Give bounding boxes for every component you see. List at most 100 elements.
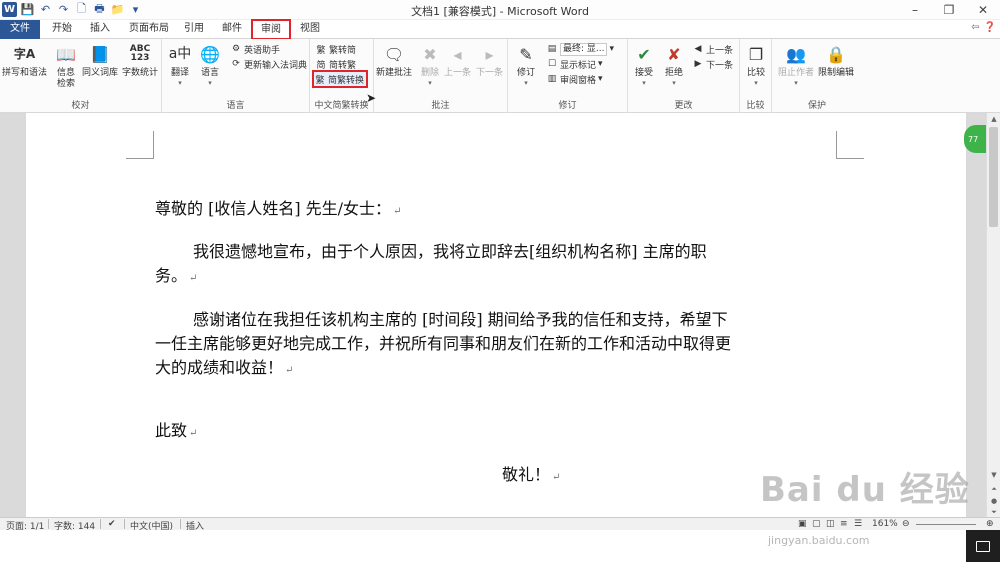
help-icon[interactable]: ❓ — [984, 22, 996, 33]
scroll-down-arrow-icon[interactable]: ▼ — [987, 469, 1000, 481]
display-for-review-select[interactable]: ▤ 最终: 显... ▾ — [546, 42, 614, 56]
status-separator — [100, 519, 101, 529]
margin-corner-top-left — [126, 131, 154, 159]
tab-file[interactable]: 文件 — [0, 20, 40, 39]
group-label-chinese-conversion: 中文简繁转换 — [314, 101, 369, 111]
status-separator — [48, 519, 49, 529]
display-review-icon: ▤ — [547, 44, 557, 54]
simp-to-trad-button[interactable]: 简 简转繁 — [315, 57, 356, 71]
reject-icon: ✘ — [667, 44, 681, 64]
paragraph-2-line-1[interactable]: 感谢诸位在我担任该机构主席的 [时间段] 期间给予我的信任和支持，希望下 — [193, 308, 728, 332]
window-title: 文档1 [兼容模式] - Microsoft Word — [411, 5, 589, 18]
show-markup-button[interactable]: ☐ 显示标记 ▾ — [546, 57, 603, 71]
translate-button[interactable]: a中 翻译 ▾ — [168, 41, 192, 88]
document-page[interactable]: 尊敬的 [收信人姓名] 先生/女士： ↵ 我很遗憾地宣布，由于个人原因，我将立即辞… — [26, 113, 966, 517]
chinese-conversion-button[interactable]: 繁 简繁转换 — [311, 70, 369, 88]
group-label-tracking: 修订 — [558, 101, 577, 111]
title-bar: W 💾 ↶ ↷ 🗋 🖶 📁 ▾ 文档1 [兼容模式] - Microsoft W… — [0, 0, 1000, 20]
paragraph-1-line-1[interactable]: 我很遗憾地宣布，由于个人原因，我将立即辞去[组织机构名称] 主席的职 — [193, 240, 707, 264]
status-separator — [124, 519, 125, 529]
restrict-editing-button[interactable]: 🔒 限制编辑 — [818, 41, 854, 79]
tab-view[interactable]: 视图 — [292, 20, 328, 39]
abc-check-icon: 字A — [13, 46, 36, 61]
previous-page-icon[interactable]: ⏶ — [987, 483, 1000, 495]
group-label-proofing: 校对 — [71, 101, 90, 111]
next-change-button[interactable]: ▶ 下一条 — [692, 57, 733, 71]
vertical-scrollbar[interactable]: ▲ ▼ ⏶ ● ⏷ — [986, 113, 1000, 517]
minimize-button[interactable]: – — [898, 0, 932, 20]
thesaurus-button[interactable]: 📘 同义词库 — [82, 41, 118, 79]
research-book-icon: 📖 — [56, 44, 76, 64]
baidu-watermark: Bai du 经验 — [760, 470, 970, 510]
delete-dropdown-icon: ▾ — [428, 79, 432, 87]
block-authors-button[interactable]: 👥 阻止作者 ▾ — [778, 41, 814, 87]
proofing-status-icon[interactable]: ✔ — [108, 519, 116, 529]
word-window: W 💾 ↶ ↷ 🗋 🖶 📁 ▾ 文档1 [兼容模式] - Microsoft W… — [0, 0, 1000, 562]
update-ime-dictionary-button[interactable]: ⟳ 更新输入法词典 — [230, 57, 307, 71]
tab-insert[interactable]: 插入 — [82, 20, 118, 39]
paragraph-2-line-2[interactable]: 一任主席能够更好地完成工作，并祝所有同事和朋友们在新的工作和活动中取得更 — [155, 332, 731, 356]
zoom-level[interactable]: 161% — [872, 519, 898, 529]
trad-to-simp-button[interactable]: 繁 繁转简 — [315, 42, 356, 56]
language-button[interactable]: 🌐 语言 ▾ — [198, 41, 222, 87]
delete-comment-button[interactable]: ✖ 删除 ▾ — [418, 41, 442, 87]
scroll-thumb[interactable] — [989, 127, 998, 227]
group-compare: ❐ 比较 ▾ 比较 — [740, 39, 772, 113]
tab-home[interactable]: 开始 — [44, 20, 80, 39]
track-changes-button[interactable]: ✎ 修订 ▾ — [514, 41, 538, 87]
chat-button[interactable] — [966, 530, 1000, 562]
track-dropdown-icon: ▾ — [524, 79, 528, 87]
paragraph-2-line-3[interactable]: 大的成绩和收益！ ↵ — [155, 356, 293, 383]
previous-comment-button[interactable]: ◂ 上一条 — [444, 41, 471, 79]
group-chinese-conversion: 繁 繁转简 简 简转繁 繁 简繁转换 ➤ 中文简繁转换 — [310, 39, 376, 113]
full-screen-view-icon[interactable]: ▢ — [812, 519, 821, 529]
scroll-up-arrow-icon[interactable]: ▲ — [987, 113, 1000, 125]
reviewing-pane-button[interactable]: ▥ 审阅窗格 ▾ — [546, 72, 603, 86]
word-count-button[interactable]: ABC 123 字数统计 — [122, 41, 158, 79]
outline-view-icon[interactable]: ≡ — [840, 519, 848, 529]
compare-button[interactable]: ❐ 比较 ▾ — [744, 41, 768, 87]
salutation-line[interactable]: 尊敬的 [收信人姓名] 先生/女士： ↵ — [155, 197, 401, 224]
group-label-compare: 比较 — [746, 101, 765, 111]
english-assistant-button[interactable]: ⚙ 英语助手 — [230, 42, 280, 56]
closing-line-1[interactable]: 此致 ↵ — [155, 419, 197, 446]
group-protect: 👥 阻止作者 ▾ 🔒 限制编辑 保护 — [772, 39, 862, 113]
paragraph-1-line-2[interactable]: 务。 ↵ — [155, 264, 197, 291]
accept-button[interactable]: ✔ 接受 ▾ — [632, 41, 656, 87]
new-comment-icon: 🗨 — [383, 44, 405, 64]
tab-review[interactable]: 审阅 — [251, 19, 291, 40]
tab-references[interactable]: 引用 — [176, 20, 212, 39]
group-language: a中 翻译 ▾ 🌐 语言 ▾ ⚙ 英语助手 ⟳ 更新输入法词典 语言 — [162, 39, 310, 113]
group-proofing: 字A 拼写和语法 📖 信息 检索 📘 同义词库 ABC 123 字数统计 校对 — [0, 39, 162, 113]
previous-change-button[interactable]: ◀ 上一条 — [692, 42, 733, 56]
update-ime-icon: ⟳ — [232, 59, 240, 69]
reject-button[interactable]: ✘ 拒绝 ▾ — [662, 41, 686, 87]
group-changes: ✔ 接受 ▾ ✘ 拒绝 ▾ ◀ 上一条 ▶ 下一条 更改 — [628, 39, 740, 113]
ribbon-collapse-icon[interactable]: ⇦ — [971, 22, 979, 33]
watermark-url: jingyan.baidu.com — [768, 534, 870, 547]
group-label-language: 语言 — [226, 101, 245, 111]
group-tracking: ✎ 修订 ▾ ▤ 最终: 显... ▾ ☐ 显示标记 ▾ ▥ 审阅窗格 ▾ 修订 — [508, 39, 628, 113]
restore-button[interactable]: ❐ — [932, 0, 966, 20]
translate-icon: a中 — [168, 45, 192, 62]
tab-mailings[interactable]: 邮件 — [214, 20, 250, 39]
draft-view-icon[interactable]: ☰ — [854, 519, 862, 529]
bottom-strip: jingyan.baidu.com — [0, 530, 1000, 562]
ribbon-tabs: 文件 开始 插入 页面布局 引用 邮件 审阅 视图 ⇦ ❓ — [0, 19, 1000, 40]
english-assistant-icon: ⚙ — [231, 44, 241, 54]
side-floating-badge[interactable]: 77 — [964, 125, 986, 153]
spelling-grammar-button[interactable]: 字A 拼写和语法 — [2, 41, 47, 79]
close-button[interactable]: ✕ — [966, 0, 1000, 20]
closing-line-2[interactable]: 敬礼！ ↵ — [502, 463, 560, 490]
paragraph-mark: ↵ — [552, 472, 561, 483]
web-layout-view-icon[interactable]: ◫ — [826, 519, 835, 529]
compare-dropdown-icon: ▾ — [754, 79, 758, 87]
research-button[interactable]: 📖 信息 检索 — [54, 41, 78, 90]
tab-page-layout[interactable]: 页面布局 — [122, 20, 176, 39]
zoom-slider[interactable] — [916, 524, 976, 525]
print-layout-view-icon[interactable]: ▣ — [798, 519, 807, 529]
new-comment-button[interactable]: 🗨 新建批注 — [376, 41, 412, 79]
zoom-out-icon[interactable]: ⊖ — [902, 519, 910, 529]
next-comment-button[interactable]: ▸ 下一条 — [476, 41, 503, 79]
zoom-in-icon[interactable]: ⊕ — [986, 519, 994, 529]
